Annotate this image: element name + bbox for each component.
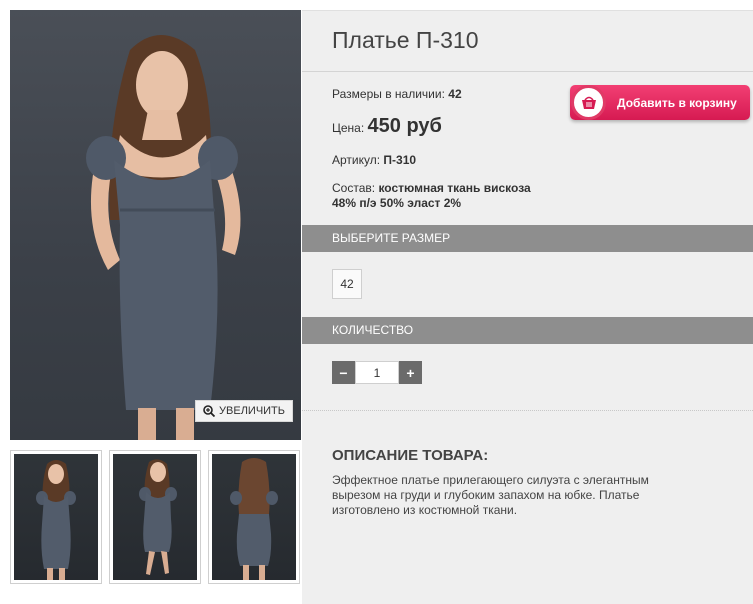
description-text: Эффектное платье прилегающего силуэта с … — [332, 473, 712, 518]
description-line3: изготовлено из костюмной ткани. — [332, 503, 518, 517]
size-section-header: ВЫБЕРИТЕ РАЗМЕР — [302, 225, 753, 252]
description-title: ОПИСАНИЕ ТОВАРА: — [332, 447, 489, 464]
thumbnail-back[interactable] — [208, 450, 300, 584]
thumbnail-front[interactable] — [10, 450, 102, 584]
sku-value: П-310 — [383, 153, 417, 167]
model-illustration — [86, 35, 241, 440]
thumbnail-strip — [10, 450, 301, 584]
description-line1: Эффектное платье прилегающего силуэта с … — [332, 473, 649, 487]
main-product-photo[interactable]: УВЕЛИЧИТЬ — [10, 10, 301, 440]
quantity-input[interactable] — [355, 361, 399, 384]
quantity-decrease-button[interactable]: − — [332, 361, 355, 384]
composition-line1: костюмная ткань вискоза — [378, 181, 531, 195]
size-option-42[interactable]: 42 — [332, 269, 362, 299]
product-title: Платье П-310 — [332, 27, 479, 53]
sizes-label: Размеры в наличии: — [332, 87, 445, 101]
price-label: Цена: — [332, 121, 365, 135]
sku-label: Артикул: — [332, 153, 381, 167]
thumbnail-side[interactable] — [109, 450, 201, 584]
title-divider — [302, 71, 753, 72]
composition-row: Состав: костюмная ткань вискоза 48% п/э … — [332, 181, 531, 211]
composition-label: Состав: — [332, 181, 376, 195]
magnifier-plus-icon — [203, 405, 216, 417]
sizes-available: Размеры в наличии: 42 — [332, 87, 462, 101]
zoom-label: УВЕЛИЧИТЬ — [219, 405, 285, 417]
price-value: 450 руб — [367, 115, 442, 137]
sizes-value: 42 — [448, 87, 462, 101]
quantity-increase-button[interactable]: + — [399, 361, 422, 384]
description-line2: вырезом на груди и глубоким запахом на ю… — [332, 488, 640, 502]
add-to-cart-button[interactable]: Добавить в корзину — [570, 85, 750, 120]
product-details-panel: Платье П-310 Размеры в наличии: 42 Цена:… — [302, 10, 753, 604]
sku-row: Артикул: П-310 — [332, 153, 416, 167]
zoom-button[interactable]: УВЕЛИЧИТЬ — [195, 400, 293, 422]
description-divider — [302, 410, 753, 411]
quantity-section-header: КОЛИЧЕСТВО — [302, 317, 753, 344]
price-row: Цена: 450 руб — [332, 115, 442, 138]
basket-icon — [571, 85, 606, 120]
add-to-cart-label: Добавить в корзину — [617, 95, 737, 110]
composition-line2: 48% п/э 50% эласт 2% — [332, 196, 462, 210]
quantity-stepper: − + — [332, 361, 422, 384]
